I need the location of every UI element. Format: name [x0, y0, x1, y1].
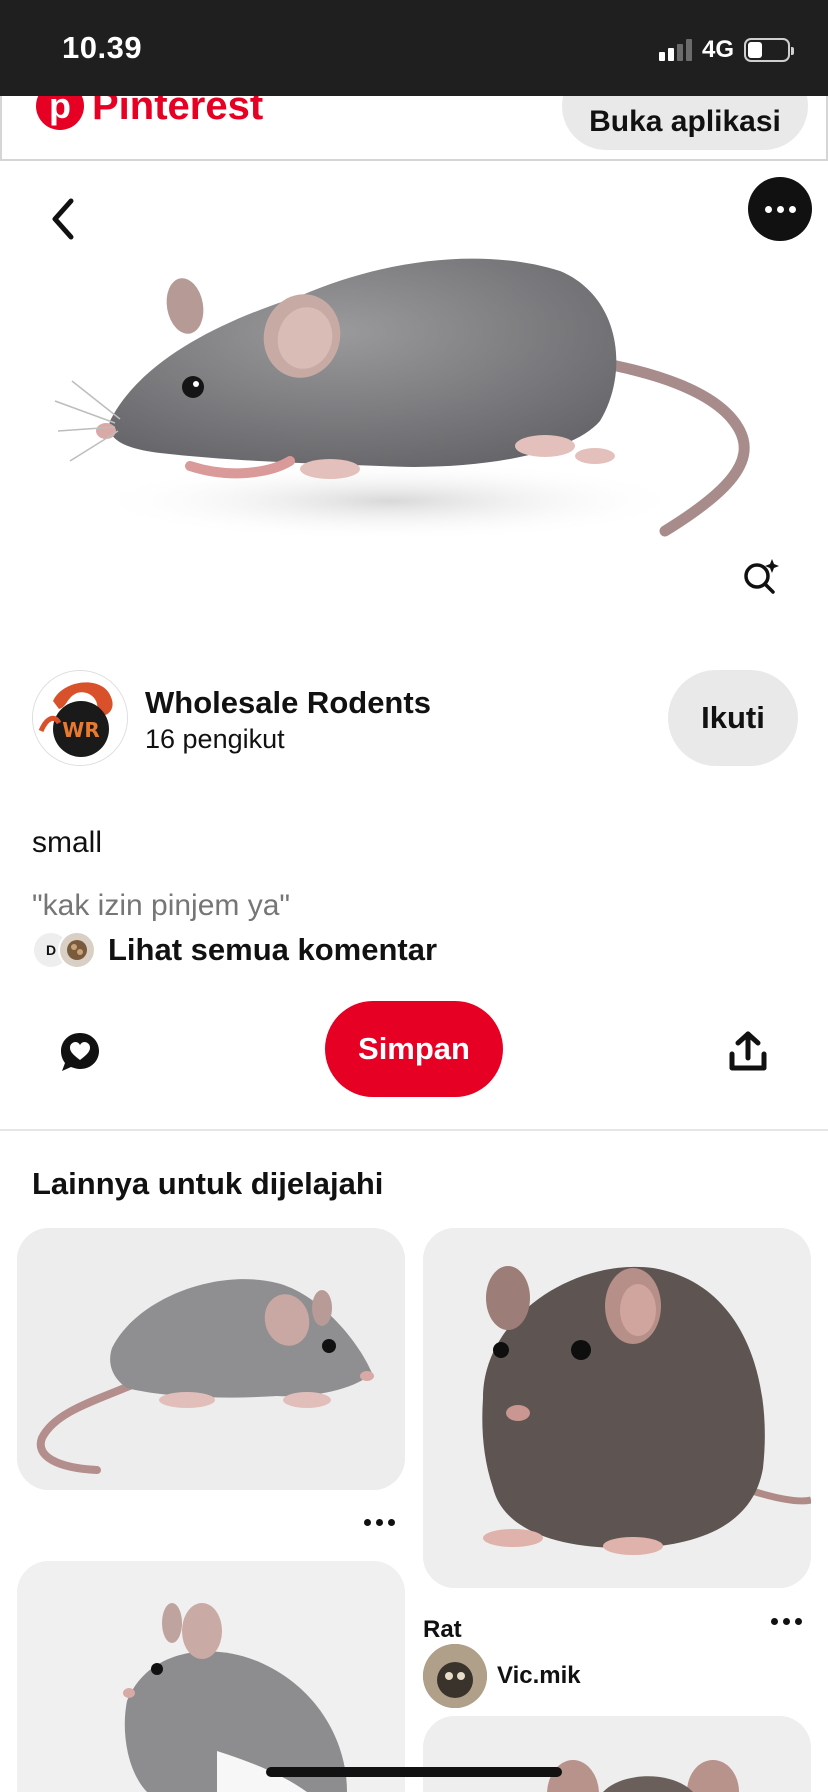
pin-author-row: WR Wholesale Rodents 16 pengikut Ikuti: [32, 670, 798, 766]
more-options-button[interactable]: [748, 177, 812, 241]
card-image: [17, 1228, 405, 1490]
pinterest-header: p Pinterest Buka aplikasi: [0, 96, 828, 161]
author-avatar-image: WR: [33, 671, 127, 765]
explore-section-title: Lainnya untuk dijelajahi: [32, 1166, 384, 1201]
card-image: [17, 1561, 405, 1792]
explore-card[interactable]: [423, 1228, 811, 1588]
card-image: [423, 1228, 811, 1588]
follow-button[interactable]: Ikuti: [668, 670, 798, 766]
save-button[interactable]: Simpan: [325, 1001, 503, 1097]
back-button[interactable]: [36, 193, 88, 245]
comment-preview: "kak izin pinjem ya": [32, 889, 291, 922]
section-divider: [0, 1129, 828, 1131]
chevron-left-icon: [52, 198, 74, 240]
commenter-avatar: [58, 931, 96, 969]
card-author[interactable]: Vic.mik: [423, 1644, 581, 1708]
pin-description: small: [32, 826, 103, 859]
card-title[interactable]: Rat: [423, 1616, 462, 1644]
open-app-button[interactable]: Buka aplikasi: [562, 96, 808, 150]
status-time: 10.39: [62, 30, 143, 65]
pinterest-logo-text: Pinterest: [92, 96, 264, 128]
svg-text:WR: WR: [62, 718, 99, 742]
card-more-dots-icon[interactable]: [364, 1519, 395, 1526]
network-type: 4G: [701, 36, 734, 63]
pin-action-bar: Simpan: [0, 1000, 828, 1100]
signal-icon: [658, 39, 692, 61]
author-followers: 16 pengikut: [145, 724, 285, 754]
pinterest-logo[interactable]: p Pinterest: [36, 96, 263, 130]
heart-bubble-icon[interactable]: [58, 1030, 102, 1074]
see-all-comments-label: Lihat semua komentar: [108, 932, 438, 967]
visual-search-icon[interactable]: [740, 555, 782, 597]
card-more-dots-icon[interactable]: [771, 1618, 802, 1625]
explore-card[interactable]: [423, 1716, 811, 1792]
status-bar: 10.39 4G: [0, 0, 828, 96]
status-indicators: 4G: [658, 36, 794, 64]
pinterest-logo-icon: p: [36, 96, 84, 130]
explore-card[interactable]: [17, 1228, 405, 1490]
pin-image-area[interactable]: [0, 161, 828, 651]
explore-card[interactable]: [17, 1561, 405, 1792]
author-avatar[interactable]: WR: [32, 670, 128, 766]
card-author-name: Vic.mik: [497, 1662, 581, 1689]
share-icon[interactable]: [726, 1030, 770, 1074]
home-indicator[interactable]: [266, 1767, 562, 1777]
author-name[interactable]: Wholesale Rodents: [145, 685, 431, 721]
see-all-comments-link[interactable]: D Lihat semua komentar: [32, 930, 437, 970]
battery-icon: [744, 38, 794, 62]
card-image: [423, 1716, 811, 1792]
pin-image-mouse: [54, 258, 750, 541]
card-author-avatar: [423, 1644, 487, 1708]
